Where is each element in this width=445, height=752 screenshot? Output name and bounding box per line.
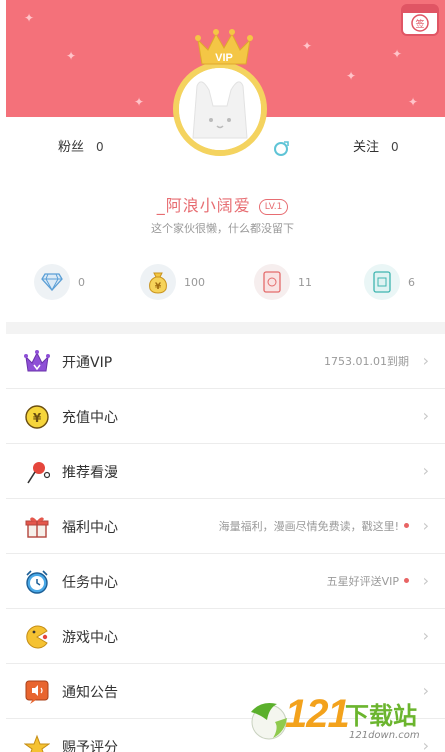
username: _阿浪小阔爱 xyxy=(156,196,251,215)
wallet-coins[interactable]: ¥ 100 xyxy=(140,264,205,300)
fans-stat[interactable]: 粉丝 0 xyxy=(58,136,104,155)
chevron-right-icon: › xyxy=(422,406,429,425)
bio-text: 这个家伙很懒，什么都没留下 xyxy=(151,222,294,235)
notification-dot xyxy=(404,523,409,528)
notification-dot xyxy=(404,578,409,583)
chevron-right-icon: › xyxy=(422,351,429,370)
calendar-sign-icon: 签 xyxy=(403,6,437,32)
diamond-value: 0 xyxy=(78,275,85,289)
menu-item-welfare[interactable]: 福利中心 海量福利，漫画尽情免费读，戳这里! › xyxy=(6,499,445,554)
username-row: _阿浪小阔爱 LV.1 xyxy=(0,192,445,216)
wallet-ticket[interactable]: 11 xyxy=(254,264,312,300)
vip-expiry: 1753.01.01到期 xyxy=(324,355,409,368)
fans-count: 0 xyxy=(96,140,104,154)
welfare-promo: 海量福利，漫画尽情免费读，戳这里! xyxy=(219,518,409,534)
monthly-ticket-icon xyxy=(364,264,400,300)
menu-label: 赐予评分 xyxy=(62,740,118,752)
svg-text:¥: ¥ xyxy=(33,411,42,425)
sparkle-icon: ✦ xyxy=(134,95,145,109)
avatar[interactable] xyxy=(173,62,267,156)
gift-icon xyxy=(25,517,49,538)
follow-count: 0 xyxy=(391,140,399,154)
menu-label: 充值中心 xyxy=(62,410,118,426)
chevron-right-icon: › xyxy=(422,461,429,480)
coin-icon: ¥ xyxy=(25,405,49,429)
speaker-icon xyxy=(25,680,49,704)
sparkle-icon: ✦ xyxy=(346,69,357,83)
game-icon xyxy=(26,625,48,649)
menu-item-tasks[interactable]: 任务中心 五星好评送VIP › xyxy=(6,554,445,609)
watermark-number: 121 xyxy=(285,692,350,736)
profile-page: ✦ ✦ ✦ ✦ ✦ ✦ ✦ ✦ 签 xyxy=(0,0,445,752)
level-badge: LV.1 xyxy=(258,199,289,215)
sparkle-icon: ✦ xyxy=(302,39,313,53)
wallet-monthly-ticket[interactable]: 6 xyxy=(364,264,415,300)
star-icon xyxy=(24,734,50,752)
svg-text:签: 签 xyxy=(415,18,424,30)
menu-label: 推荐看漫 xyxy=(62,465,118,481)
menu-label: 通知公告 xyxy=(62,685,118,701)
coin-bag-icon: ¥ xyxy=(140,264,176,300)
sparkle-icon: ✦ xyxy=(408,95,419,109)
avatar-area[interactable]: VIP xyxy=(170,26,270,166)
watermark-text: 下载站 xyxy=(345,702,417,730)
monthly-ticket-value: 6 xyxy=(408,275,415,289)
tasks-promo: 五星好评送VIP xyxy=(327,573,409,589)
vip-crown-icon: VIP xyxy=(195,29,253,65)
menu-label: 游戏中心 xyxy=(62,630,118,646)
follow-stat[interactable]: 关注 0 xyxy=(353,136,399,155)
svg-text:¥: ¥ xyxy=(155,282,162,292)
site-watermark: 121 下载站 121down.com xyxy=(245,690,445,752)
crown-icon xyxy=(24,350,50,372)
lollipop-icon xyxy=(27,462,50,484)
sparkle-icon: ✦ xyxy=(24,11,35,25)
diamond-icon xyxy=(34,264,70,300)
sparkle-icon: ✦ xyxy=(392,47,403,61)
sparkle-icon: ✦ xyxy=(66,49,77,63)
sign-in-button[interactable]: 签 xyxy=(401,4,439,36)
bunny-avatar-icon xyxy=(179,68,261,150)
menu-item-recommend[interactable]: 推荐看漫 › xyxy=(6,444,445,499)
chevron-right-icon: › xyxy=(422,571,429,590)
ticket-value: 11 xyxy=(298,275,312,289)
menu-item-recharge[interactable]: ¥ 充值中心 › xyxy=(6,389,445,444)
svg-text:VIP: VIP xyxy=(215,52,233,64)
chevron-right-icon: › xyxy=(422,516,429,535)
alarm-clock-icon xyxy=(26,570,48,594)
chevron-right-icon: › xyxy=(422,626,429,645)
menu-label: 福利中心 xyxy=(62,520,118,536)
wallet-diamond[interactable]: 0 xyxy=(34,264,85,300)
menu-item-vip[interactable]: 开通VIP 1753.01.01到期 › xyxy=(6,334,445,389)
menu-item-games[interactable]: 游戏中心 › xyxy=(6,609,445,664)
follow-label: 关注 xyxy=(353,140,380,155)
fans-label: 粉丝 xyxy=(58,140,85,155)
coin-value: 100 xyxy=(184,275,205,289)
menu-label: 开通VIP xyxy=(62,355,113,371)
gender-icon xyxy=(274,141,289,156)
ticket-icon xyxy=(254,264,290,300)
menu-label: 任务中心 xyxy=(62,575,118,591)
section-divider xyxy=(6,322,445,334)
watermark-site: 121down.com xyxy=(349,730,420,741)
